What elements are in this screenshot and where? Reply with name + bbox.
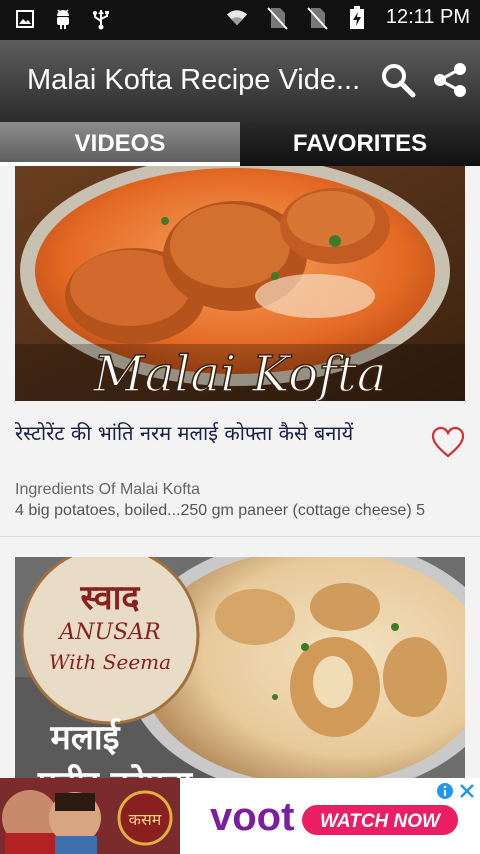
share-icon[interactable] [430, 60, 470, 100]
image-icon [14, 8, 36, 30]
battery-charging-icon [346, 5, 368, 29]
close-icon[interactable] [458, 782, 476, 800]
video-title[interactable]: रेस्टोरेंट की भांति नरम मलाई कोफ्ता कैसे… [15, 420, 420, 446]
search-icon[interactable] [378, 60, 418, 100]
page-title: Malai Kofta Recipe Vide... [27, 64, 361, 96]
badge-line2: ANUSAR [57, 620, 160, 645]
thumbnail-caption: मलाई [50, 717, 122, 758]
video-description: 4 big potatoes, boiled...250 gm paneer (… [15, 502, 426, 519]
badge-line3: With Seema [49, 650, 171, 674]
status-bar: 12:11 PM [0, 0, 480, 40]
video-thumbnail[interactable]: स्वाद ANUSAR With Seema मलाई पनीर कोफ्ता [15, 557, 465, 778]
video-list[interactable]: Malai Kofta रेस्टोरेंट की भांति नरम मलाई… [0, 166, 480, 778]
no-sim-icon [266, 6, 288, 30]
heart-icon[interactable] [431, 426, 465, 460]
tab-videos[interactable]: VIDEOS [0, 122, 240, 166]
ad-brand: voot [210, 795, 294, 839]
app-bar: Malai Kofta Recipe Vide... [0, 40, 480, 122]
badge-line1: स्वाद [80, 578, 141, 618]
clock: 12:11 PM [385, 6, 470, 28]
android-icon [52, 8, 74, 30]
usb-icon [90, 8, 112, 30]
ad-show-label: कसम [129, 810, 162, 829]
thumbnail-caption-2: पनीर कोफ्ता [37, 763, 193, 778]
thumbnail-caption: Malai Kofta [92, 345, 386, 401]
tab-bar: VIDEOS FAVORITES [0, 122, 480, 166]
no-sim-icon [306, 6, 328, 30]
adchoices-icon[interactable] [436, 782, 454, 800]
ad-cta: WATCH NOW [320, 811, 442, 832]
tab-favorites[interactable]: FAVORITES [240, 122, 480, 166]
video-thumbnail[interactable]: Malai Kofta [15, 166, 465, 401]
wifi-icon [226, 7, 248, 29]
ad-banner[interactable]: कसम voot WATCH NOW [0, 778, 480, 854]
divider [0, 536, 480, 537]
video-subtitle: Ingredients Of Malai Kofta [15, 481, 200, 498]
